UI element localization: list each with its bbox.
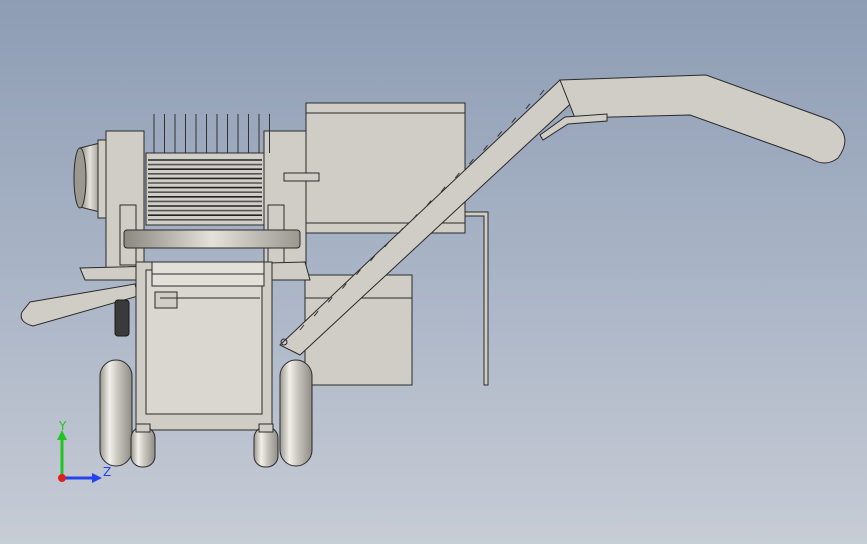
front-drum xyxy=(73,139,111,219)
z-axis-head xyxy=(92,473,102,483)
left-handle xyxy=(20,283,139,337)
machine-model[interactable] xyxy=(0,0,867,544)
y-axis-label: Y xyxy=(58,419,67,433)
support-rod xyxy=(464,211,489,386)
conveyor-tick xyxy=(525,103,531,110)
caster-right xyxy=(253,423,279,468)
roller-drum xyxy=(145,114,270,226)
x-axis-dot xyxy=(58,474,66,482)
conveyor-tick xyxy=(539,89,545,96)
wheel-front-right xyxy=(279,359,313,467)
coordinate-triad[interactable]: Y Z xyxy=(40,418,120,498)
z-axis-label: Z xyxy=(103,465,111,479)
cad-viewport[interactable]: Y Z xyxy=(0,0,867,544)
caster-left xyxy=(130,423,156,468)
